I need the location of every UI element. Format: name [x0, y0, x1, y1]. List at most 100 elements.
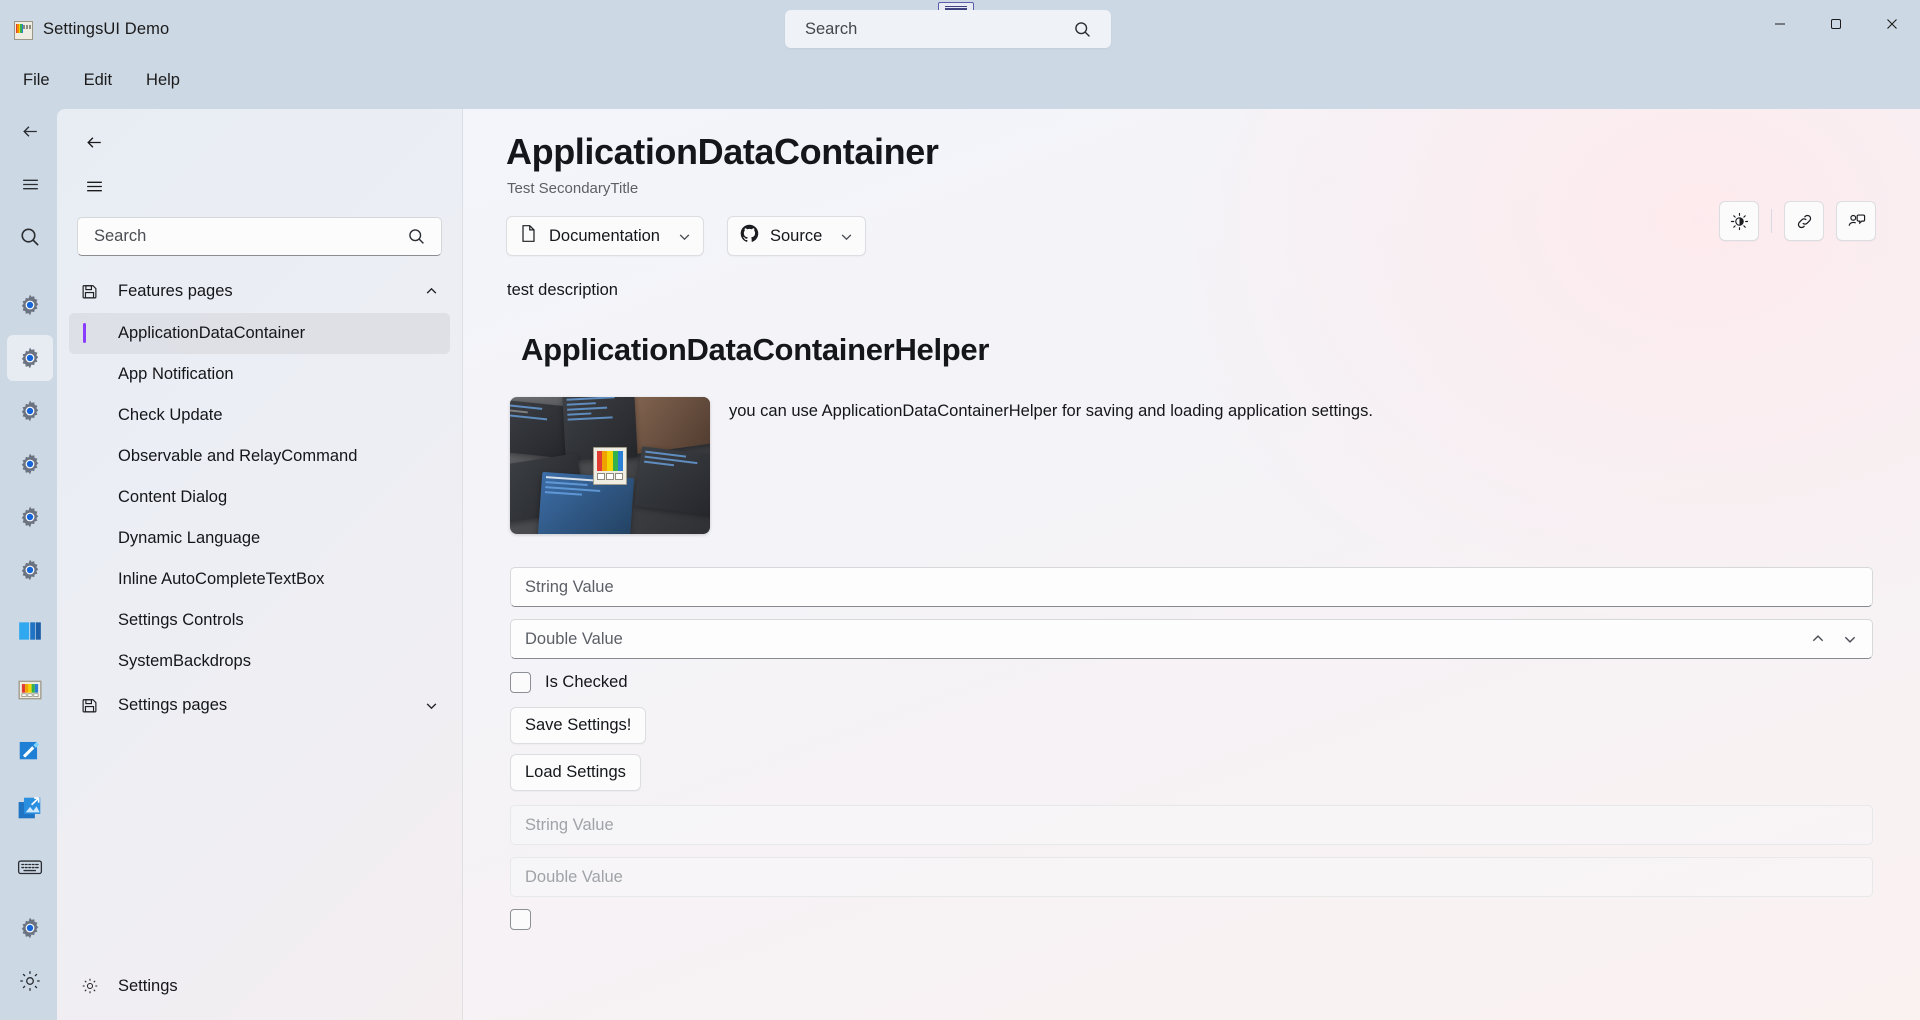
nav-item-inline-autocompletetextbox[interactable]: Inline AutoCompleteTextBox — [69, 559, 450, 600]
color-palette-icon — [593, 446, 627, 485]
nav-group-settings-pages[interactable]: Settings pages — [69, 685, 450, 725]
search-icon[interactable] — [408, 228, 441, 245]
copy-link-button[interactable] — [1784, 201, 1824, 241]
settings-form: String Value Double Value Is Checked Sav… — [508, 567, 1875, 930]
window-controls — [1752, 0, 1920, 48]
nav-item-systembackdrops[interactable]: SystemBackdrops — [69, 641, 450, 682]
nav-footer: Settings — [57, 966, 462, 1020]
nav-group-features-pages[interactable]: Features pages — [69, 271, 450, 311]
nav-item-applicationdatacontainer[interactable]: ApplicationDataContainer — [69, 313, 450, 354]
source-button[interactable]: Source — [726, 216, 867, 256]
menu-edit[interactable]: Edit — [69, 66, 127, 95]
nav-item-observable-and-relaycommand[interactable]: Observable and RelayCommand — [69, 436, 450, 477]
page-description: test description — [507, 281, 618, 299]
gear-icon — [81, 977, 101, 995]
nav-footer-label: Settings — [118, 976, 178, 995]
nav-item-settings-controls[interactable]: Settings Controls — [69, 600, 450, 641]
load-settings-button[interactable]: Load Settings — [510, 754, 641, 791]
chevron-up-icon[interactable] — [425, 285, 438, 298]
documentation-label: Documentation — [549, 226, 660, 245]
rail-bottom-settings[interactable] — [7, 905, 53, 951]
source-label: Source — [769, 226, 823, 245]
nav-menu-button[interactable] — [71, 165, 117, 207]
rail-bottom-about[interactable] — [7, 958, 53, 1004]
card-thumbnail-image — [510, 397, 710, 534]
theme-toggle-button[interactable] — [1719, 201, 1759, 241]
save-icon — [81, 697, 101, 714]
global-search-input[interactable]: Search — [785, 20, 1074, 39]
rail-menu-button[interactable] — [7, 161, 53, 207]
rail-item-settings-6[interactable] — [7, 547, 53, 593]
nav-item-app-notification[interactable]: App Notification — [69, 354, 450, 395]
rail-item-windows-tiles[interactable] — [7, 608, 53, 654]
spinner-up-icon[interactable] — [1804, 625, 1832, 653]
save-icon — [81, 283, 101, 300]
nav-item-content-dialog[interactable]: Content Dialog — [69, 477, 450, 518]
rail-item-color-palette[interactable] — [7, 667, 53, 713]
card-description: you can use ApplicationDataContainerHelp… — [729, 402, 1373, 420]
rail-item-settings-2[interactable] — [7, 335, 53, 381]
page-header-buttons: Documentation Source — [506, 216, 1920, 256]
double-value-readonly-placeholder: Double Value — [525, 867, 623, 886]
menu-file[interactable]: File — [8, 66, 65, 95]
card-title: ApplicationDataContainerHelper — [521, 332, 990, 367]
readonly-checkbox — [510, 909, 531, 930]
rail-item-settings-1[interactable] — [7, 282, 53, 328]
global-search-box[interactable]: Search — [785, 10, 1111, 48]
navigation-pane: Search Features pages ApplicationDataCon… — [57, 109, 463, 1020]
string-value-placeholder[interactable]: String Value — [511, 578, 1872, 597]
rail-back-button[interactable] — [7, 108, 53, 154]
chevron-down-icon[interactable] — [425, 699, 438, 712]
search-icon[interactable] — [1074, 21, 1111, 38]
string-value-readonly-placeholder: String Value — [525, 815, 614, 834]
rail-item-eyedropper[interactable] — [7, 726, 53, 772]
close-button[interactable] — [1864, 0, 1920, 48]
nav-back-button[interactable] — [71, 121, 117, 163]
page-title: ApplicationDataContainer — [506, 131, 939, 172]
activity-rail — [0, 101, 60, 1020]
page-header-actions — [1719, 201, 1876, 241]
chevron-down-icon[interactable] — [678, 230, 691, 243]
readonly-checkbox-row — [510, 909, 1873, 930]
spinner-down-icon[interactable] — [1836, 625, 1864, 653]
action-separator — [1771, 209, 1772, 233]
rail-search-button[interactable] — [7, 214, 53, 260]
double-value-input[interactable]: Double Value — [510, 619, 1873, 659]
is-checked-row[interactable]: Is Checked — [510, 672, 1873, 693]
load-settings-wrap: Load Settings — [510, 754, 1873, 801]
save-settings-wrap: Save Settings! — [510, 707, 1873, 754]
maximize-button[interactable] — [1808, 0, 1864, 48]
string-value-readonly: String Value — [510, 805, 1873, 845]
nav-group-label: Features pages — [118, 281, 233, 300]
nav-item-dynamic-language[interactable]: Dynamic Language — [69, 518, 450, 559]
menu-help[interactable]: Help — [131, 66, 195, 95]
send-feedback-button[interactable] — [1836, 201, 1876, 241]
is-checked-label: Is Checked — [545, 673, 628, 691]
rail-item-settings-4[interactable] — [7, 441, 53, 487]
rail-item-settings-3[interactable] — [7, 388, 53, 434]
menubar: File Edit Help — [0, 59, 1920, 101]
rail-item-settings-5[interactable] — [7, 494, 53, 540]
rail-item-image-resizer[interactable] — [7, 785, 53, 831]
documentation-button[interactable]: Documentation — [506, 216, 704, 256]
nav-search-input[interactable]: Search — [78, 227, 408, 246]
helper-card: ApplicationDataContainerHelper you can u… — [508, 332, 1875, 930]
app-window: SettingsUI Demo Search File Edit Help Se… — [0, 0, 1920, 1020]
app-title: SettingsUI Demo — [43, 20, 170, 38]
nav-item-check-update[interactable]: Check Update — [69, 395, 450, 436]
rail-item-keyboard[interactable] — [7, 844, 53, 890]
double-value-placeholder[interactable]: Double Value — [511, 630, 1804, 649]
nav-search-box[interactable]: Search — [77, 217, 442, 256]
minimize-button[interactable] — [1752, 0, 1808, 48]
nav-group-label: Settings pages — [118, 695, 228, 714]
string-value-input[interactable]: String Value — [510, 567, 1873, 607]
nav-items-list: Features pages ApplicationDataContainer … — [57, 271, 462, 725]
app-logo-icon — [14, 21, 33, 40]
nav-item-settings[interactable]: Settings — [69, 966, 450, 1006]
chevron-down-icon[interactable] — [840, 230, 853, 243]
document-icon — [519, 224, 538, 248]
is-checked-checkbox[interactable] — [510, 672, 531, 693]
save-settings-button[interactable]: Save Settings! — [510, 707, 647, 744]
main-content: ApplicationDataContainer Test SecondaryT… — [463, 109, 1920, 1020]
github-icon — [740, 224, 759, 248]
